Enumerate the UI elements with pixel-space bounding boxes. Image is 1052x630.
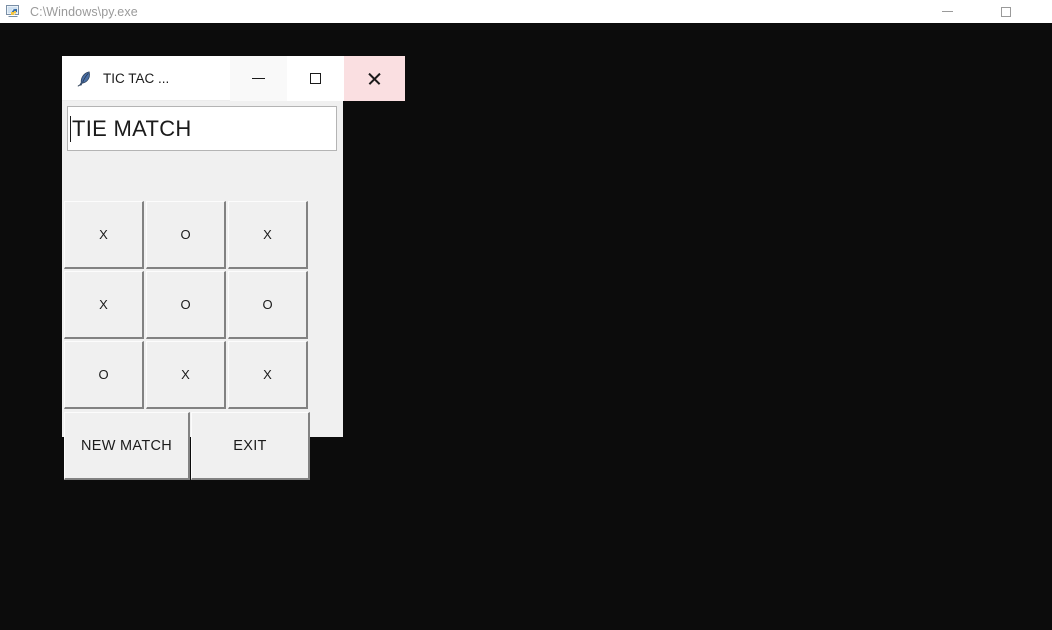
tk-maximize-button[interactable] <box>287 56 344 101</box>
game-board: X O X X O O O X X <box>63 200 311 410</box>
minimize-icon <box>942 11 953 12</box>
tk-title-text: TIC TAC ... <box>103 71 170 86</box>
console-window: C:\Windows\py.exe TIC TAC ... TIE MATCH … <box>0 0 1052 630</box>
console-minimize-button[interactable] <box>925 0 970 23</box>
feather-icon <box>76 70 93 87</box>
board-cell-0[interactable]: X <box>64 201 144 269</box>
status-entry[interactable]: TIE MATCH <box>67 106 337 151</box>
maximize-icon <box>1000 6 1011 17</box>
exit-button[interactable]: EXIT <box>191 412 310 480</box>
tk-minimize-button[interactable] <box>230 56 287 101</box>
new-match-button[interactable]: NEW MATCH <box>64 412 190 480</box>
console-titlebar[interactable]: C:\Windows\py.exe <box>0 0 1052 23</box>
tic-tac-toe-window: TIC TAC ... TIE MATCH X O X X O O O X X … <box>62 56 405 480</box>
maximize-icon <box>310 73 321 84</box>
board-cell-2[interactable]: X <box>228 201 308 269</box>
board-cell-5[interactable]: O <box>228 271 308 339</box>
board-cell-1[interactable]: O <box>146 201 226 269</box>
action-row: NEW MATCH EXIT <box>63 411 310 481</box>
board-cell-7[interactable]: X <box>146 341 226 409</box>
minimize-icon <box>252 77 265 80</box>
board-cell-4[interactable]: O <box>146 271 226 339</box>
board-cell-6[interactable]: O <box>64 341 144 409</box>
tk-client-area: TIE MATCH X O X X O O O X X NEW MATCH EX… <box>62 101 343 480</box>
tk-title-group: TIC TAC ... <box>76 56 169 101</box>
python-console-icon <box>6 4 22 20</box>
close-icon <box>367 71 382 86</box>
console-maximize-button[interactable] <box>983 0 1028 23</box>
status-text: TIE MATCH <box>72 115 192 141</box>
console-title-text: C:\Windows\py.exe <box>30 4 138 19</box>
board-cell-3[interactable]: X <box>64 271 144 339</box>
text-caret <box>70 115 71 142</box>
board-cell-8[interactable]: X <box>228 341 308 409</box>
tk-close-button[interactable] <box>344 56 405 101</box>
